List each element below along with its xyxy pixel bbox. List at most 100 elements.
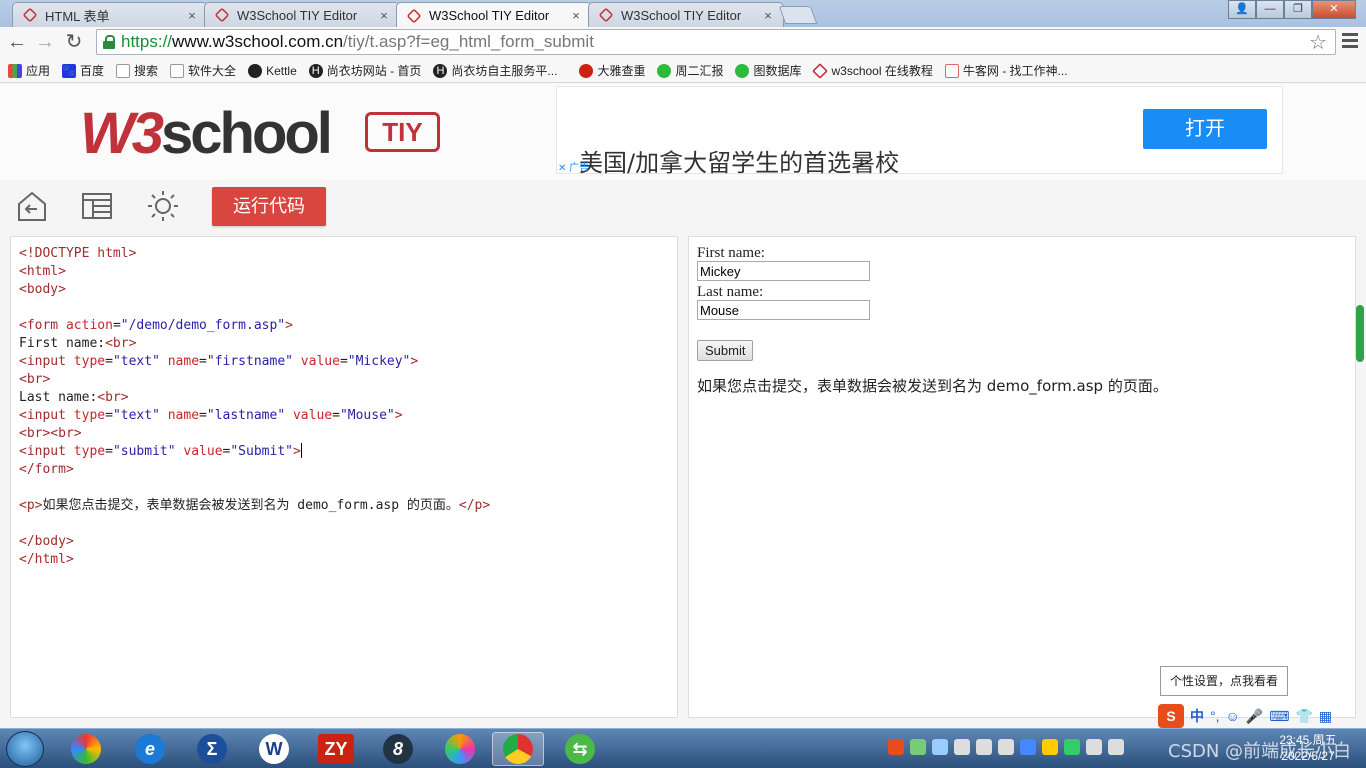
tab-tiy-editor-active[interactable]: W3School TIY Editor ×	[396, 2, 592, 28]
volume-icon[interactable]	[1108, 739, 1124, 755]
home-back-icon[interactable]	[15, 189, 49, 223]
taskbar-app-chrome[interactable]	[492, 732, 544, 766]
close-icon[interactable]: ×	[377, 8, 391, 23]
github-icon	[248, 63, 263, 78]
taskbar-app-colorful[interactable]	[434, 732, 486, 766]
code-token: </p>	[458, 498, 491, 513]
system-clock[interactable]: 23:45 周五 2022/5/27	[1258, 732, 1358, 764]
tab-tiy-editor-3[interactable]: W3School TIY Editor ×	[588, 2, 784, 27]
taskbar-app-8[interactable]: 8	[372, 732, 424, 766]
bookmark-search[interactable]: 搜索	[116, 62, 158, 79]
microphone-icon[interactable]: 🎤	[1246, 708, 1263, 725]
code-token: =	[339, 354, 348, 369]
code-token: type	[73, 354, 106, 369]
bookmark-shangyifang-home[interactable]: H 尚衣坊网站 - 首页	[308, 62, 421, 79]
emoji-icon[interactable]: ☺	[1226, 708, 1240, 724]
w3school-logo[interactable]: W3school	[80, 104, 333, 164]
window-close-button[interactable]: ✕	[1312, 0, 1356, 19]
code-token: "firstname"	[206, 354, 293, 369]
bluetooth-icon[interactable]	[1020, 739, 1036, 755]
code-token: <html>	[19, 264, 66, 279]
code-token: </body>	[19, 534, 74, 549]
back-arrow-icon[interactable]: ←	[6, 32, 28, 54]
reload-icon[interactable]: ↻	[63, 32, 85, 54]
skin-icon[interactable]: 👕	[1295, 708, 1312, 725]
tray-cloud-icon[interactable]	[932, 739, 948, 755]
clock-time: 23:45 周五	[1279, 733, 1337, 747]
w3school-favicon-icon	[22, 7, 38, 23]
tab-html-form[interactable]: HTML 表单 ×	[12, 2, 208, 27]
taskbar-app-w[interactable]: W	[248, 732, 300, 766]
close-icon[interactable]: ×	[569, 8, 583, 23]
wechat-icon	[657, 63, 672, 78]
layout-toggle-icon[interactable]	[80, 189, 114, 223]
bookmark-nowcoder[interactable]: 牛客网 - 找工作神...	[944, 62, 1068, 79]
code-token: <form	[19, 318, 66, 333]
bookmark-w3school[interactable]: w3school 在线教程	[812, 62, 933, 79]
last-name-label: Last name:	[697, 284, 764, 300]
start-button[interactable]	[6, 731, 44, 767]
ad-open-button[interactable]: 打开	[1143, 109, 1267, 149]
toolbox-icon[interactable]: ▦	[1319, 708, 1332, 725]
taskbar-app-ie[interactable]: e	[124, 732, 176, 766]
user-icon[interactable]: 👤	[1228, 0, 1256, 19]
minimize-button[interactable]: —	[1256, 0, 1284, 19]
code-token: value	[292, 408, 333, 423]
tab-tiy-editor-1[interactable]: W3School TIY Editor ×	[204, 2, 400, 27]
tray-nvidia-icon[interactable]	[954, 739, 970, 755]
taskbar-app-photos[interactable]	[60, 732, 112, 766]
code-token: =	[112, 318, 121, 333]
first-name-input[interactable]	[697, 261, 870, 281]
taskbar-app-green-arrows[interactable]: ⇆	[554, 732, 606, 766]
bookmark-baidu[interactable]: 🐾 百度	[62, 62, 104, 79]
code-editor[interactable]: <!DOCTYPE html> <html> <body> <form action=…	[10, 236, 678, 718]
maximize-button[interactable]: ❐	[1284, 0, 1312, 19]
sogou-logo-icon[interactable]: S	[1158, 704, 1184, 728]
scrollbar-thumb[interactable]	[1356, 305, 1364, 362]
taskbar-app-sigma[interactable]: Σ	[186, 732, 238, 766]
bookmark-apps[interactable]: 应用	[8, 62, 50, 79]
browser-toolbar: ← → ↻ https:// www.w3school.com.cn /tiy/…	[0, 27, 1366, 59]
bookmark-label: 大雅查重	[597, 64, 646, 78]
bookmark-kettle[interactable]: Kettle	[248, 63, 297, 78]
tray-sogou-icon[interactable]	[888, 739, 904, 755]
last-name-input[interactable]	[697, 300, 870, 320]
bookmark-daya[interactable]: 大雅查重	[579, 62, 645, 79]
tray-device-icon[interactable]	[1086, 739, 1102, 755]
h-logo-icon: H	[433, 63, 448, 78]
ad-banner[interactable]: 美国/加拿大留学生的首选暑校 打开 ✕ 广告	[556, 86, 1283, 177]
theme-sun-icon[interactable]	[146, 189, 180, 223]
bookmark-shangyifang-service[interactable]: H 尚衣坊自主服务平...	[433, 62, 557, 79]
tray-security-icon[interactable]	[1042, 739, 1058, 755]
ime-mode-toggle[interactable]: 中	[1190, 706, 1204, 726]
code-line: Last name:<br>	[19, 389, 677, 407]
forward-arrow-icon[interactable]: →	[34, 32, 56, 54]
taskbar-app-zy[interactable]: ZY	[310, 732, 362, 766]
taskbar: e Σ W ZY 8 ⇆ CSDN @前端成长小白 23:45 周五 2022/…	[0, 728, 1366, 768]
browser-menu-icon[interactable]	[1342, 33, 1358, 51]
close-icon[interactable]: ×	[761, 8, 775, 23]
tray-camera-icon[interactable]	[998, 739, 1014, 755]
new-tab-button[interactable]	[778, 6, 818, 24]
tray-360-icon[interactable]	[1064, 739, 1080, 755]
code-token: =	[199, 354, 207, 369]
bookmark-weekly-report[interactable]: 周二汇报	[657, 62, 723, 79]
bookmark-software[interactable]: 软件大全	[170, 62, 236, 79]
ime-punct-toggle[interactable]: °,	[1210, 708, 1220, 724]
tray-network-icon[interactable]	[910, 739, 926, 755]
code-token: "/demo/demo_form.asp"	[120, 318, 286, 333]
ad-close-mark[interactable]: ✕ 广告	[558, 159, 589, 174]
keyboard-icon[interactable]: ⌨	[1269, 708, 1289, 725]
run-code-button[interactable]: 运行代码	[212, 187, 326, 226]
address-bar[interactable]: https:// www.w3school.com.cn /tiy/t.asp?…	[96, 29, 1336, 55]
submit-button[interactable]: Submit	[697, 340, 754, 361]
close-icon[interactable]: ×	[185, 8, 199, 23]
tray-display-icon[interactable]	[976, 739, 992, 755]
code-token: 如果您点击提交，表单数据会被发送到名为 demo_form.asp 的页面。	[42, 498, 459, 513]
code-line: <form action="/demo/demo_form.asp">	[19, 317, 677, 335]
bookmark-star-icon[interactable]: ☆	[1309, 30, 1327, 55]
bookmark-graph-db[interactable]: 图数据库	[735, 62, 801, 79]
